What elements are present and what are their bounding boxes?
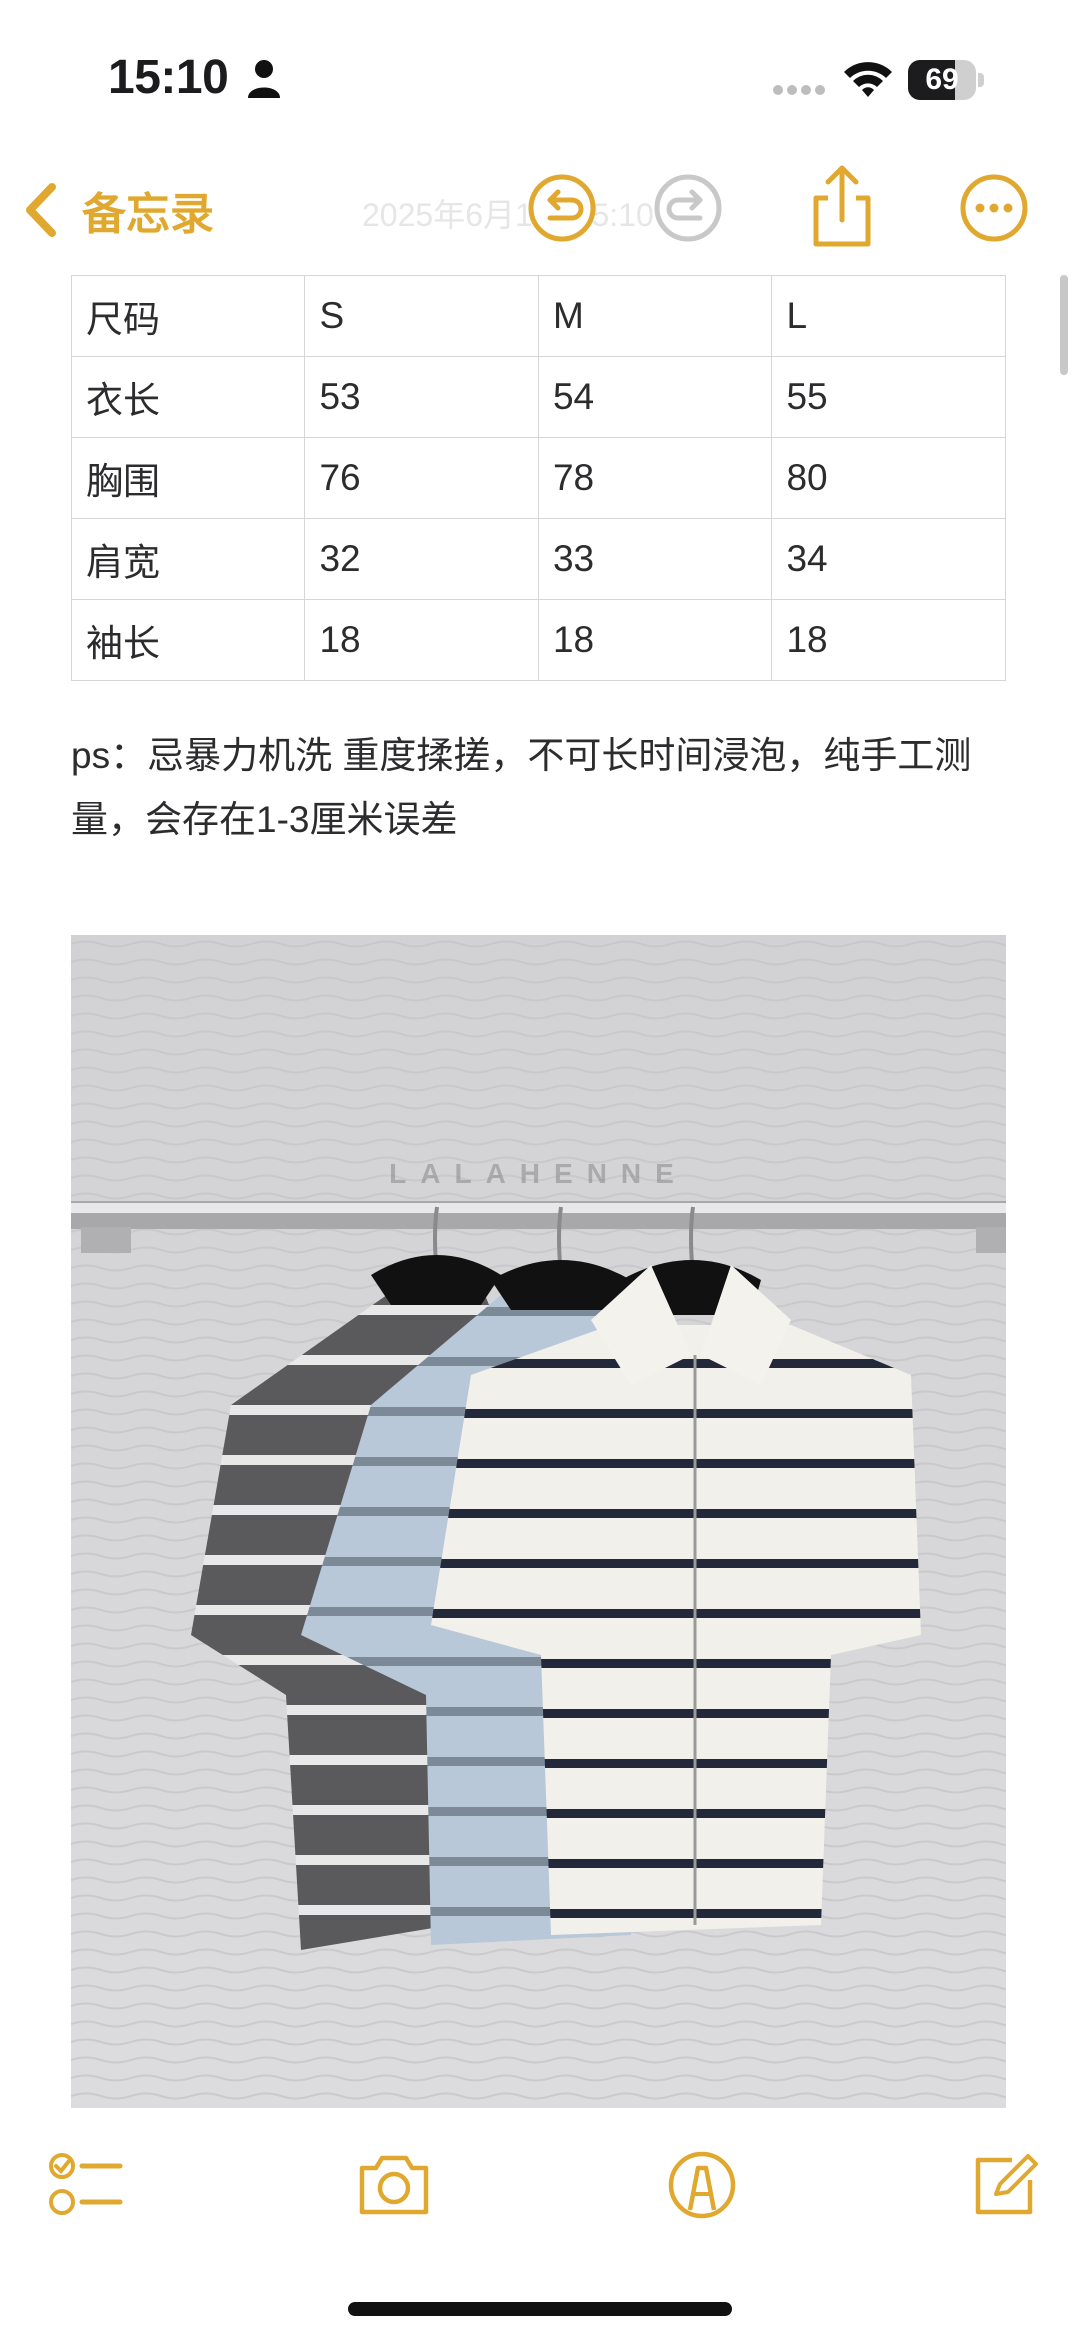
battery-icon: 69 xyxy=(908,60,986,100)
table-cell[interactable]: 袖长 xyxy=(70,599,306,681)
home-indicator[interactable] xyxy=(348,2302,732,2316)
battery-level: 69 xyxy=(925,63,959,96)
table-cell[interactable]: 衣长 xyxy=(70,356,306,438)
table-cell[interactable]: 18 xyxy=(537,599,773,681)
table-cell[interactable]: 54 xyxy=(537,356,773,438)
table-cell[interactable]: 肩宽 xyxy=(70,518,306,600)
table-cell[interactable]: 18 xyxy=(304,599,539,681)
note-text: ps：忌暴力机洗 重度揉搓，不可长时间浸泡，纯手工测量，会存在1-3厘米误差 xyxy=(71,735,972,840)
table-row: 胸围 76 78 80 xyxy=(70,437,1006,519)
nav-bar: 备忘录 2025年6月1日 15:10 xyxy=(0,150,1080,270)
table-cell[interactable]: 34 xyxy=(771,518,1006,600)
back-button[interactable]: 备忘录 xyxy=(20,180,214,240)
redo-icon[interactable] xyxy=(652,172,724,244)
photo-watermark: LALAHENNE xyxy=(389,1158,688,1189)
table-cell[interactable]: 55 xyxy=(771,356,1006,438)
table-cell[interactable]: L xyxy=(771,275,1006,357)
table-row: 肩宽 32 33 34 xyxy=(70,518,1006,600)
table-cell[interactable]: 33 xyxy=(537,518,773,600)
status-time: 15:10 xyxy=(108,51,229,104)
product-photo[interactable]: LALAHENNE xyxy=(71,935,1006,2108)
table-cell[interactable]: 78 xyxy=(537,437,773,519)
person-icon xyxy=(248,60,280,98)
signal-dots-icon xyxy=(773,85,825,95)
camera-icon[interactable] xyxy=(356,2150,432,2220)
chevron-left-icon xyxy=(26,183,56,237)
table-cell[interactable]: S xyxy=(304,275,539,357)
table-cell[interactable]: 32 xyxy=(304,518,539,600)
table-cell[interactable]: 胸围 xyxy=(70,437,306,519)
table-row: 尺码 S M L xyxy=(70,275,1006,357)
table-cell[interactable]: 53 xyxy=(304,356,539,438)
table-cell[interactable]: 18 xyxy=(771,599,1006,681)
status-bar: 15:10 69 xyxy=(0,0,1080,150)
checklist-icon[interactable] xyxy=(48,2150,124,2220)
undo-icon[interactable] xyxy=(526,172,598,244)
note-date: 2025年6月1日 15:10 xyxy=(362,197,654,233)
table-row: 袖长 18 18 18 xyxy=(70,599,1006,681)
size-table: 尺码 S M L 衣长 53 54 55 胸围 76 78 80 肩宽 32 33 34 袖长 18 18 18 xyxy=(70,275,1006,681)
table-cell[interactable]: 80 xyxy=(771,437,1006,519)
table-cell[interactable]: 尺码 xyxy=(70,275,306,357)
compose-icon[interactable] xyxy=(966,2150,1042,2220)
scroll-indicator[interactable] xyxy=(1060,275,1068,375)
shirts-image xyxy=(71,935,1006,2108)
back-label: 备忘录 xyxy=(82,190,214,239)
table-cell[interactable]: 76 xyxy=(304,437,539,519)
markup-icon[interactable] xyxy=(664,2150,740,2220)
table-row: 衣长 53 54 55 xyxy=(70,356,1006,438)
wifi-icon xyxy=(844,62,892,97)
more-icon[interactable] xyxy=(958,172,1030,244)
share-icon[interactable] xyxy=(806,164,878,250)
table-cell[interactable]: M xyxy=(537,275,773,357)
